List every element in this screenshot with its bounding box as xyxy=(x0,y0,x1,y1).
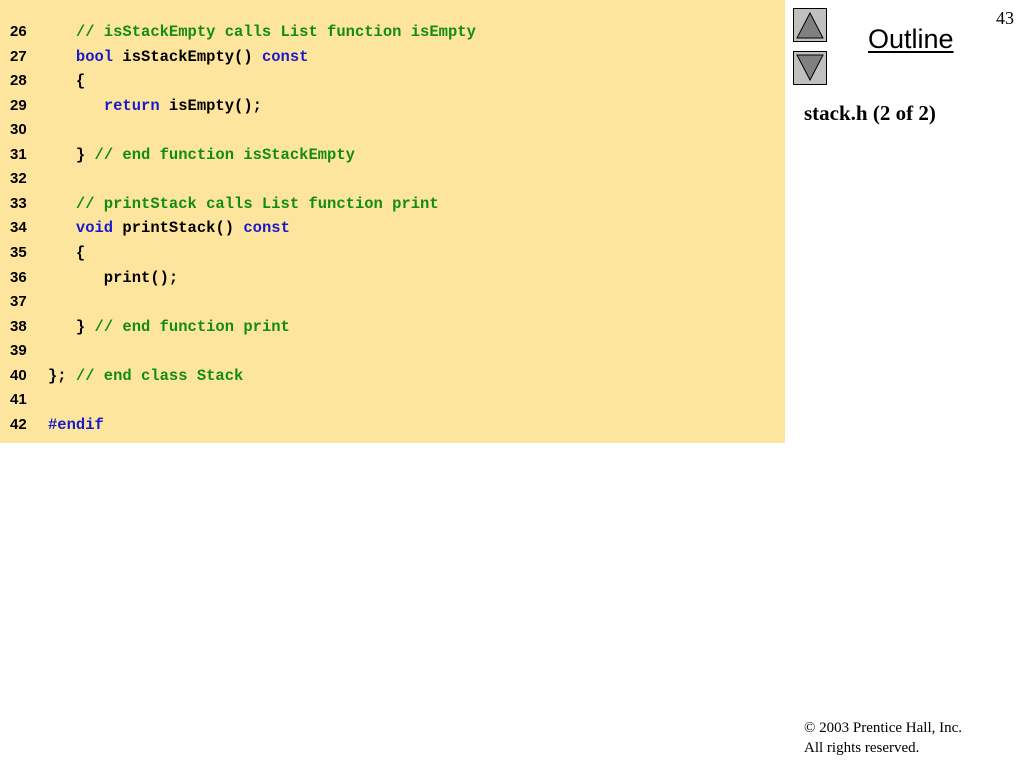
line-number: 26 xyxy=(10,23,27,40)
code-text: } // end function print xyxy=(48,317,290,337)
code-text: print(); xyxy=(48,268,178,288)
code-line: 29 return isEmpty(); xyxy=(0,96,785,120)
code-keyword: bool xyxy=(75,47,114,66)
code-comment: // end function isStackEmpty xyxy=(94,145,355,164)
line-number: 40 xyxy=(10,366,27,384)
line-number: 38 xyxy=(10,317,27,335)
line-number: 42 xyxy=(10,415,27,433)
code-text: bool isStackEmpty() const xyxy=(48,47,309,67)
code-token: isEmpty(); xyxy=(159,96,262,115)
line-number: 32 xyxy=(10,170,27,188)
code-preproc: #endif xyxy=(48,415,104,434)
code-token: } xyxy=(48,145,95,164)
line-number: 37 xyxy=(10,293,27,311)
code-token: }; xyxy=(48,366,76,385)
page-number: 43 xyxy=(996,8,1014,28)
code-token: printStack() xyxy=(113,219,244,238)
code-line: 40}; // end class Stack xyxy=(0,366,785,390)
line-number: 27 xyxy=(10,47,27,65)
outline-link[interactable]: Outline xyxy=(868,24,954,55)
code-text: { xyxy=(48,71,85,91)
code-line: 38 } // end function print xyxy=(0,317,785,341)
code-text: // isStackEmpty calls List function isEm… xyxy=(48,22,476,42)
line-number: 33 xyxy=(10,194,27,212)
code-line: 42 #endif xyxy=(0,415,785,439)
code-line: 37 xyxy=(0,292,785,316)
code-token: { xyxy=(48,72,86,91)
line-number: 39 xyxy=(10,342,27,360)
next-slide-button[interactable] xyxy=(793,51,827,85)
line-number: 35 xyxy=(10,243,27,261)
code-line: 31 } // end function isStackEmpty xyxy=(0,145,785,169)
file-title: stack.h (2 of 2) xyxy=(804,101,936,125)
code-text: }; // end class Stack xyxy=(48,366,243,386)
copyright-line-2: All rights reserved. xyxy=(804,740,920,756)
triangle-up-icon xyxy=(796,11,824,39)
code-comment: // isStackEmpty calls List function isEm… xyxy=(75,23,476,41)
code-keyword: void xyxy=(75,219,114,238)
code-line: 41 xyxy=(0,390,785,414)
copyright-notice: © 2003 Prentice Hall, Inc. All rights re… xyxy=(804,718,962,758)
code-token: print(); xyxy=(48,268,179,287)
line-number: 36 xyxy=(10,268,27,286)
code-text: // printStack calls List function print xyxy=(48,194,439,214)
code-token: isStackEmpty() xyxy=(113,47,262,66)
line-number: 34 xyxy=(10,219,27,237)
code-comment: // end function print xyxy=(94,317,290,336)
code-keyword: return xyxy=(103,96,160,115)
code-line: 35 { xyxy=(0,243,785,267)
code-line: 26 // isStackEmpty calls List function i… xyxy=(0,22,785,46)
code-comment: // end class Stack xyxy=(75,366,244,385)
code-token: } xyxy=(48,317,95,336)
code-line: 36 print(); xyxy=(0,268,785,292)
code-token: { xyxy=(48,243,86,262)
code-text: return isEmpty(); xyxy=(48,96,262,116)
line-number: 29 xyxy=(10,96,27,114)
code-line: 33 // printStack calls List function pri… xyxy=(0,194,785,218)
code-keyword: const xyxy=(243,219,290,238)
line-number: 30 xyxy=(10,121,27,139)
code-line: 30 xyxy=(0,120,785,144)
line-number: 31 xyxy=(10,145,27,163)
code-text: { xyxy=(48,243,85,263)
triangle-down-icon xyxy=(796,54,824,82)
line-number: 41 xyxy=(10,391,27,409)
code-line: 32 xyxy=(0,169,785,193)
copyright-line-1: © 2003 Prentice Hall, Inc. xyxy=(804,720,963,736)
code-line: 27 bool isStackEmpty() const xyxy=(0,47,785,71)
code-line: 28 { xyxy=(0,71,785,95)
code-comment: // printStack calls List function print xyxy=(75,194,439,213)
code-line: 34 void printStack() const xyxy=(0,218,785,242)
code-text: } // end function isStackEmpty xyxy=(48,145,355,165)
code-text: #endif xyxy=(48,415,104,435)
code-keyword: const xyxy=(261,47,309,66)
code-listing-panel: 26 // isStackEmpty calls List function i… xyxy=(0,0,785,443)
code-text: void printStack() const xyxy=(48,218,290,238)
code-line: 39 xyxy=(0,341,785,365)
line-number: 28 xyxy=(10,72,27,90)
previous-slide-button[interactable] xyxy=(793,8,827,42)
